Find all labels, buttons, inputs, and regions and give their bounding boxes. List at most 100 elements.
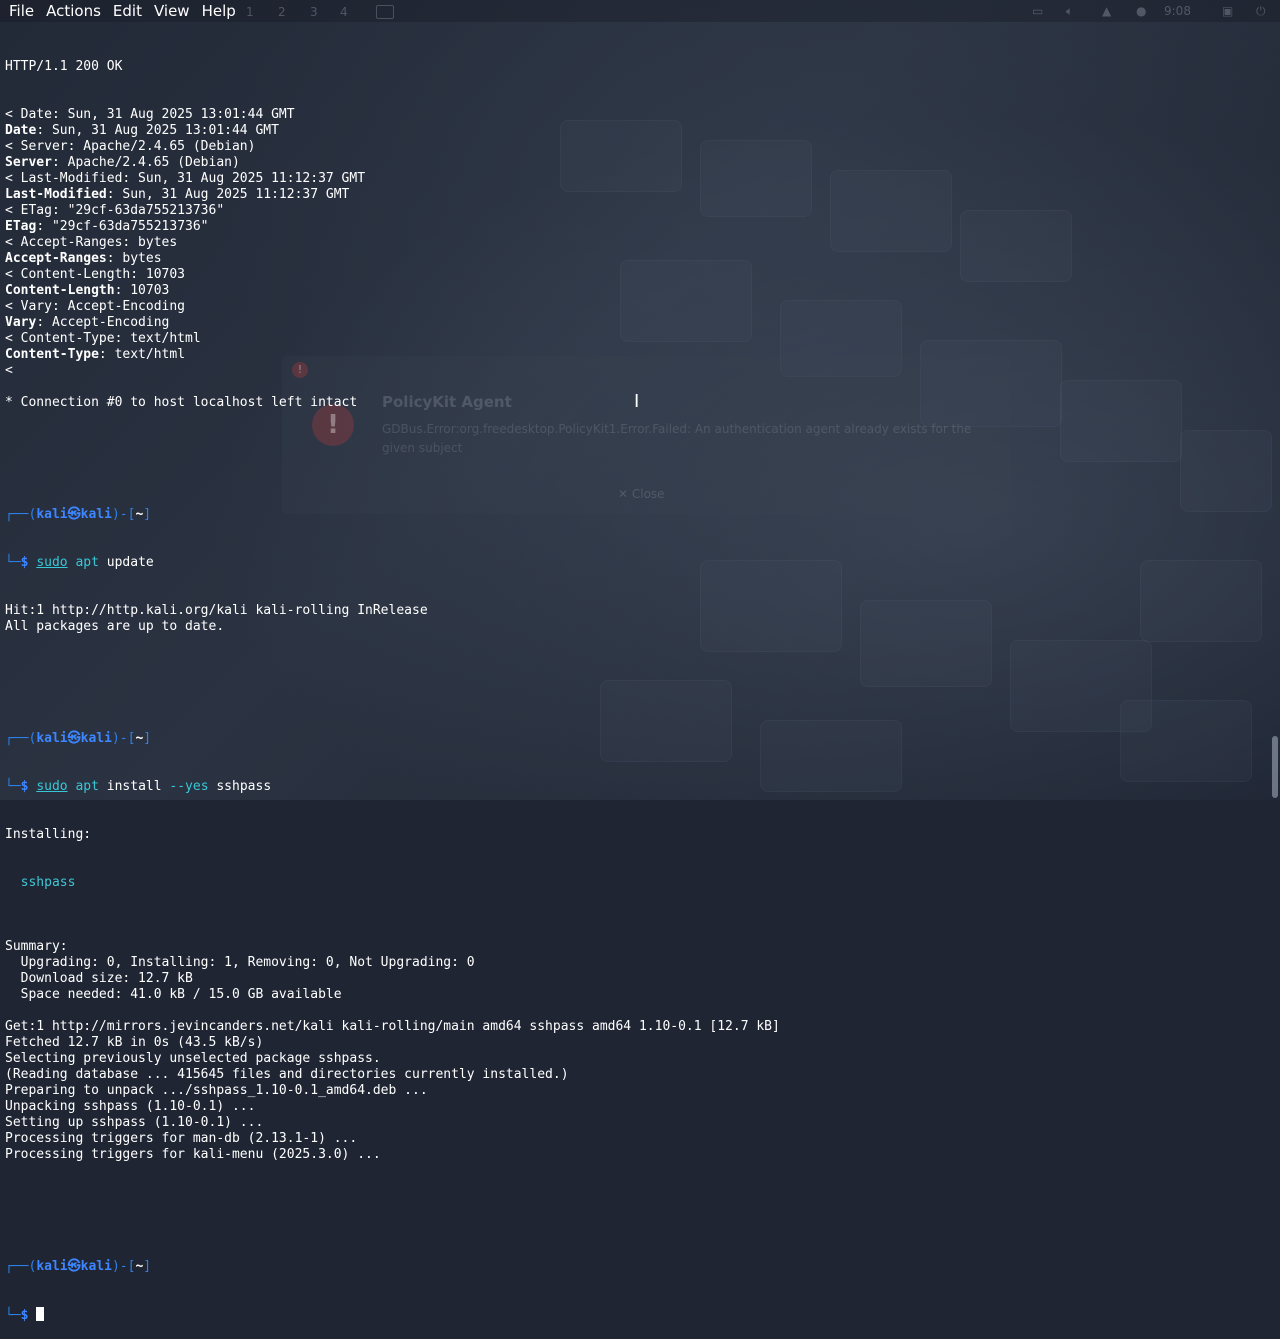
prompt-user: kali (36, 507, 68, 522)
header-value: : Accept-Encoding (36, 315, 170, 330)
terminal-line: Processing triggers for kali-menu (2025.… (5, 1147, 381, 1162)
terminal-line: < Server: Apache/2.4.65 (Debian) (5, 139, 256, 154)
package-name: sshpass (5, 875, 76, 890)
terminal-line: Upgrading: 0, Installing: 1, Removing: 0… (5, 955, 475, 970)
header-key: Date (5, 123, 37, 138)
terminal-line: HTTP/1.1 200 OK (5, 59, 123, 74)
terminal-output[interactable]: HTTP/1.1 200 OK < Date: Sun, 31 Aug 2025… (0, 27, 1270, 1339)
header-key: Content-Length (5, 283, 115, 298)
terminal-line: < Date: Sun, 31 Aug 2025 13:01:44 GMT (5, 107, 295, 122)
notification-bell-icon[interactable]: ▲ (1102, 4, 1111, 18)
header-key: Vary (5, 315, 37, 330)
header-line: Last-Modified: Sun, 31 Aug 2025 11:12:37… (0, 187, 1270, 203)
header-value: : bytes (106, 251, 162, 266)
prompt-line-top: ┌──(kali㉿kali)-[~] (5, 1259, 152, 1274)
terminal-taskbar-icon[interactable] (376, 5, 394, 19)
prompt-host: kali (80, 731, 112, 746)
header-key: Accept-Ranges (5, 251, 107, 266)
terminal-line: < Content-Length: 10703 (5, 267, 186, 282)
prompt-at: ㉿ (67, 731, 81, 746)
prompt-at: ㉿ (67, 507, 81, 522)
prompt-line-cmd: └─$ sudo apt update (5, 555, 154, 570)
workspace-4[interactable]: 4 (340, 5, 348, 19)
cmd-flag: --yes (169, 779, 209, 794)
terminal-menubar: File Actions Edit View Help (0, 0, 242, 22)
prompt-at: ㉿ (67, 1259, 81, 1274)
command-output: Hit:1 http://http.kali.org/kali kali-rol… (0, 603, 1270, 635)
header-value: : text/html (98, 347, 186, 362)
volume-icon[interactable]: 🔈︎ (1066, 4, 1073, 19)
prompt-user: kali (36, 731, 68, 746)
terminal-line: Hit:1 http://http.kali.org/kali kali-rol… (5, 603, 428, 618)
display-icon[interactable]: ▭ (1032, 4, 1043, 18)
header-line: Date: Sun, 31 Aug 2025 13:01:44 GMT (0, 123, 1270, 139)
cmd-args: install (98, 779, 170, 794)
header-line: ETag: "29cf-63da755213736" (0, 219, 1270, 235)
header-value: : Apache/2.4.65 (Debian) (51, 155, 240, 170)
cmd-args: sshpass (208, 779, 272, 794)
terminal-scrollbar[interactable] (1270, 22, 1280, 800)
menu-help[interactable]: Help (196, 0, 242, 22)
header-key: Last-Modified (5, 187, 107, 202)
prompt-path: ~ (135, 1259, 144, 1274)
terminal-line: Fetched 12.7 kB in 0s (43.5 kB/s) (5, 1035, 264, 1050)
terminal-line: Download size: 12.7 kB (5, 971, 193, 986)
terminal-line: Processing triggers for man-db (2.13.1-1… (5, 1131, 358, 1146)
header-value: : "29cf-63da755213736" (36, 219, 209, 234)
terminal-line: Summary: (5, 939, 68, 954)
lock-icon[interactable]: ▣ (1222, 4, 1233, 18)
terminal-line: Unpacking sshpass (1.10-0.1) ... (5, 1099, 256, 1114)
cmd-args: update (98, 555, 154, 570)
menu-view[interactable]: View (148, 0, 196, 22)
header-key: Content-Type (5, 347, 99, 362)
terminal-line: Selecting previously unselected package … (5, 1051, 381, 1066)
terminal-line: Installing: (5, 827, 92, 842)
header-value: : Sun, 31 Aug 2025 13:01:44 GMT (36, 123, 279, 138)
header-value: : 10703 (114, 283, 170, 298)
terminal-line: < Content-Type: text/html (5, 331, 201, 346)
terminal-line: < Vary: Accept-Encoding (5, 299, 186, 314)
prompt-user: kali (36, 1259, 68, 1274)
menu-edit[interactable]: Edit (107, 0, 148, 22)
logout-icon[interactable]: ⏻ (1256, 4, 1266, 19)
prompt-line-cmd: └─$ (0, 1307, 1270, 1323)
header-line: Server: Apache/2.4.65 (Debian) (0, 155, 1270, 171)
workspace-3[interactable]: 3 (310, 5, 318, 19)
header-line: Content-Length: 10703 (0, 283, 1270, 299)
cmd-sudo: sudo (36, 779, 68, 794)
http-headers-block: < Date: Sun, 31 Aug 2025 13:01:44 GMT Dat… (0, 107, 1270, 411)
prompt-host: kali (80, 507, 112, 522)
mouse-ibeam-cursor: I (634, 391, 640, 412)
terminal-line: < ETag: "29cf-63da755213736" (5, 203, 225, 218)
prompt-host: kali (80, 1259, 112, 1274)
prompt-line-top: ┌──(kali㉿kali)-[~] (5, 507, 152, 522)
terminal-line: (Reading database ... 415645 files and d… (5, 1067, 569, 1082)
header-line: Content-Type: text/html (0, 347, 1270, 363)
terminal-line: < (5, 363, 13, 378)
terminal-line: Space needed: 41.0 kB / 15.0 GB availabl… (5, 987, 342, 1002)
header-value: : Sun, 31 Aug 2025 11:12:37 GMT (106, 187, 350, 202)
prompt-line-top: ┌──(kali㉿kali)-[~] (5, 731, 152, 746)
workspace-2[interactable]: 2 (278, 5, 286, 19)
cmd-sudo: sudo (36, 555, 68, 570)
scrollbar-thumb[interactable] (1272, 736, 1278, 798)
menu-file[interactable]: File (3, 0, 40, 22)
header-line: Vary: Accept-Encoding (0, 315, 1270, 331)
terminal-line: Preparing to unpack .../sshpass_1.10-0.1… (5, 1083, 428, 1098)
terminal-line: < Accept-Ranges: bytes (5, 235, 178, 250)
power-icon[interactable]: ● (1136, 4, 1146, 18)
header-line: Accept-Ranges: bytes (0, 251, 1270, 267)
cmd-apt: apt (75, 555, 99, 570)
workspace-1[interactable]: 1 (246, 5, 254, 19)
header-key: ETag (5, 219, 37, 234)
terminal-line: All packages are up to date. (5, 619, 225, 634)
cmd-apt: apt (75, 779, 99, 794)
menu-actions[interactable]: Actions (40, 0, 107, 22)
text-cursor (36, 1307, 45, 1321)
terminal-line: Setting up sshpass (1.10-0.1) ... (5, 1115, 264, 1130)
